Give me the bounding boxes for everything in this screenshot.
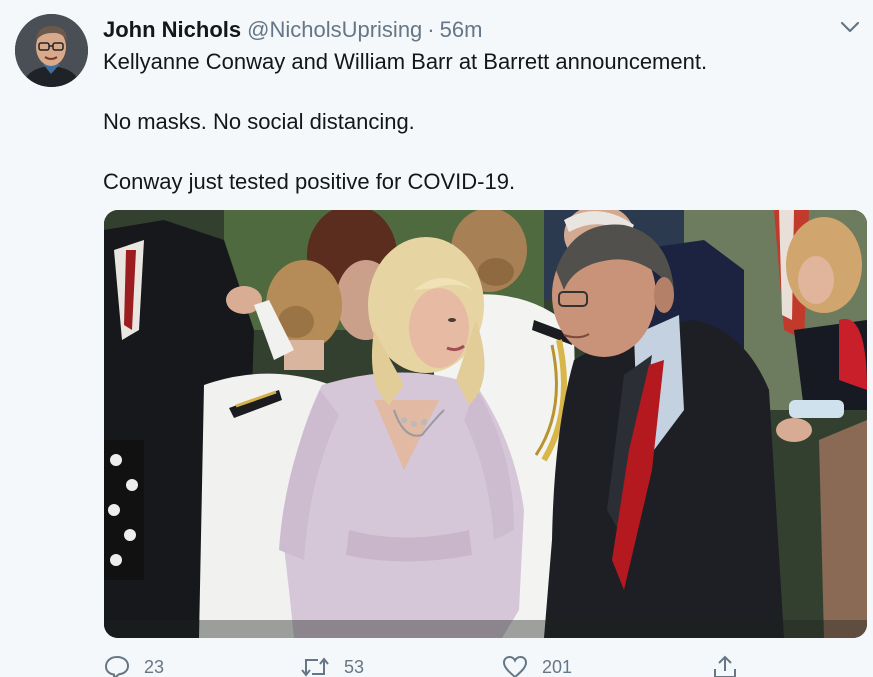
avatar-image bbox=[15, 14, 88, 87]
tweet-photo[interactable] bbox=[104, 210, 867, 638]
tweet-line: Kellyanne Conway and William Barr at Bar… bbox=[103, 49, 708, 74]
avatar[interactable] bbox=[15, 14, 88, 87]
heart-icon bbox=[502, 655, 528, 677]
tweet-header: John Nichols @NicholsUprising · 56m bbox=[103, 15, 482, 45]
tweet-line: Conway just tested positive for COVID-19… bbox=[103, 169, 516, 194]
tweet-body: Kellyanne Conway and William Barr at Bar… bbox=[103, 47, 843, 227]
retweet-button[interactable]: 53 bbox=[300, 654, 364, 677]
retweet-icon bbox=[301, 657, 329, 677]
chevron-down-icon[interactable] bbox=[837, 17, 863, 37]
photo-image bbox=[104, 210, 867, 638]
share-icon bbox=[714, 655, 736, 677]
tweet-actions: 23 53 201 bbox=[104, 654, 754, 677]
share-button[interactable] bbox=[712, 654, 752, 677]
tweet[interactable]: John Nichols @NicholsUprising · 56m Kellyan… bbox=[0, 0, 873, 677]
like-button[interactable]: 201 bbox=[502, 654, 572, 677]
author-handle[interactable]: @NicholsUprising bbox=[247, 17, 422, 42]
reply-icon bbox=[104, 655, 130, 677]
header-separator: · bbox=[427, 17, 435, 42]
retweet-count: 53 bbox=[344, 656, 365, 677]
reply-count: 23 bbox=[144, 656, 165, 677]
timestamp[interactable]: 56m bbox=[440, 17, 483, 42]
author-name[interactable]: John Nichols bbox=[103, 17, 241, 42]
like-count: 201 bbox=[542, 656, 573, 677]
tweet-line: No masks. No social distancing. bbox=[103, 109, 415, 134]
reply-button[interactable]: 23 bbox=[104, 654, 164, 677]
